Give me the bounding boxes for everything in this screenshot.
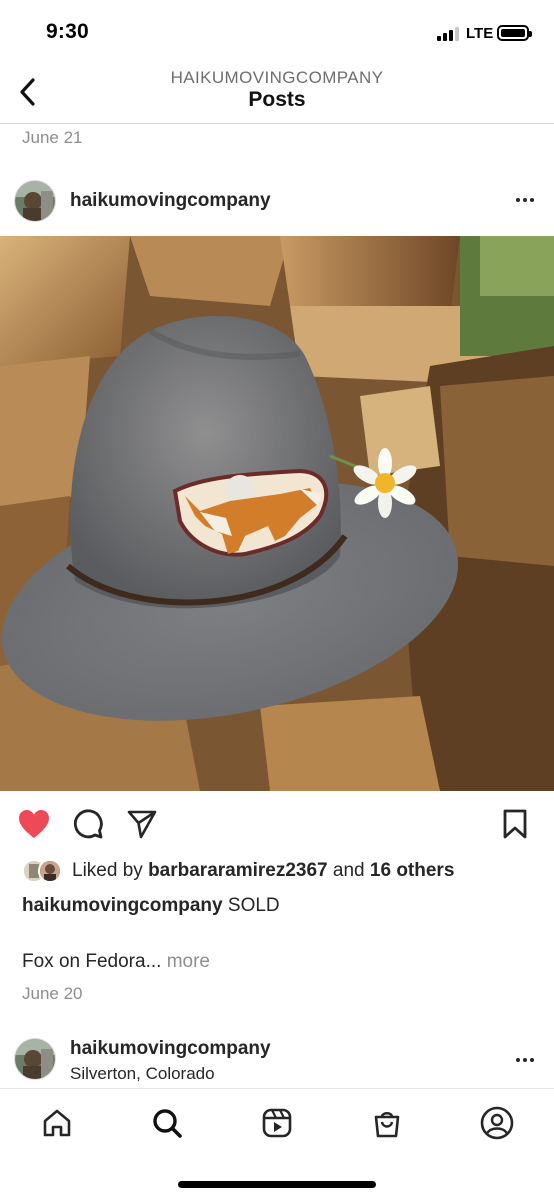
nav-header: HAIKUMOVINGCOMPANY Posts [0, 62, 554, 124]
signal-strength-icon [437, 27, 463, 41]
post-caption: haikumovingcompany SOLD [22, 895, 280, 917]
account-name: HAIKUMOVINGCOMPANY [170, 68, 384, 87]
avatar [38, 859, 62, 883]
liked-by-prefix: Liked by [72, 860, 143, 881]
battery-icon [497, 25, 532, 41]
page-title: Posts [248, 88, 306, 111]
profile-icon [480, 1106, 514, 1140]
caption-more-link[interactable]: more [167, 951, 210, 972]
more-options-button[interactable] [510, 190, 540, 210]
caption-body: Fox on Fedora... more [22, 951, 210, 973]
paper-plane-icon [127, 810, 157, 839]
like-button[interactable] [16, 806, 52, 842]
caption-body-text: Fox on Fedora... [22, 951, 162, 972]
post-header: haikumovingcompany [0, 178, 554, 224]
tab-search[interactable] [147, 1103, 187, 1143]
likes-summary[interactable]: Liked by barbararamirez2367 and 16 other… [22, 858, 454, 884]
reels-icon [262, 1108, 292, 1138]
post-location[interactable]: Silverton, Colorado [70, 1064, 215, 1084]
more-options-button[interactable] [510, 1050, 540, 1070]
comment-icon [74, 809, 103, 839]
liker-username[interactable]: barbararamirez2367 [148, 860, 328, 882]
caption-username[interactable]: haikumovingcompany [22, 895, 223, 916]
share-button[interactable] [124, 806, 160, 842]
search-icon [153, 1109, 182, 1138]
previous-post-date: June 21 [22, 128, 83, 147]
home-icon [43, 1109, 71, 1137]
liker-avatars [22, 859, 64, 883]
save-button[interactable] [497, 806, 533, 842]
status-time: 9:30 [46, 20, 89, 43]
network-label: LTE [466, 25, 494, 42]
avatar[interactable] [14, 1038, 56, 1080]
likes-others-count[interactable]: 16 others [370, 860, 454, 882]
tab-bar [0, 1088, 554, 1200]
comment-button[interactable] [70, 806, 106, 842]
shopping-bag-icon [374, 1111, 400, 1138]
post-username[interactable]: haikumovingcompany [70, 1038, 271, 1060]
caption-text: SOLD [227, 895, 280, 916]
liked-by-joiner: and [332, 860, 365, 881]
avatar[interactable] [14, 180, 56, 222]
post-date: June 20 [22, 984, 83, 1003]
tab-home[interactable] [37, 1103, 77, 1143]
home-indicator[interactable] [178, 1181, 376, 1188]
heart-filled-icon [19, 810, 49, 838]
post-image[interactable] [0, 236, 554, 791]
bookmark-icon [503, 809, 527, 839]
tab-profile[interactable] [477, 1103, 517, 1143]
tab-reels[interactable] [257, 1103, 297, 1143]
post-header: haikumovingcompany Silverton, Colorado [0, 1036, 554, 1084]
status-bar: 9:30 LTE [0, 0, 554, 62]
post-actions [0, 806, 554, 842]
tab-shop[interactable] [367, 1103, 407, 1143]
post-username[interactable]: haikumovingcompany [70, 190, 271, 212]
